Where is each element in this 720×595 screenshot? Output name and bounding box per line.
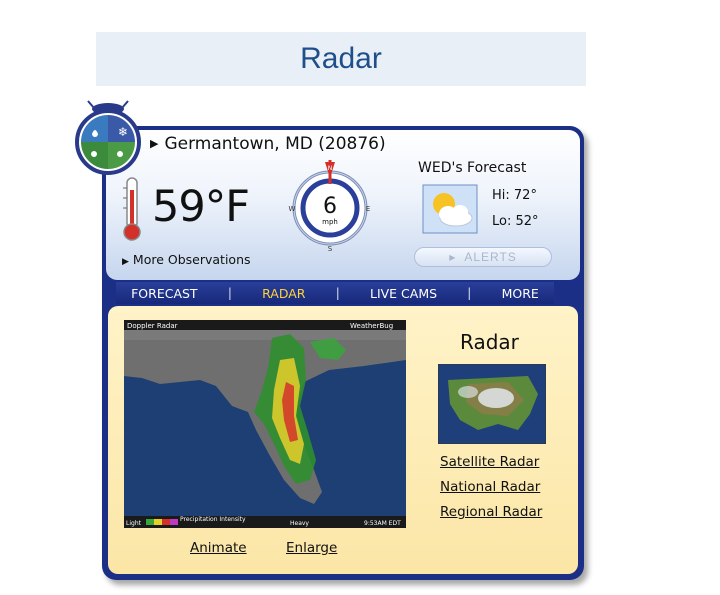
doppler-radar-map[interactable]: Doppler Radar WeatherBug Light Precipita… [124,320,406,528]
forecast-title: WED's Forecast [418,160,527,176]
wind-speed: 6 [323,194,337,219]
radar-timestamp: 9:53AM EDT [364,520,401,527]
alerts-button[interactable]: ▶ ALERTS [414,247,552,267]
radar-legend-light: Light [126,520,142,527]
nav-bar: FORECAST | RADAR | LIVE CAMS | MORE [116,282,554,304]
wind-compass: 6 mph W E S N [289,160,370,253]
thermometer-icon [123,177,141,241]
page-title-banner: Radar [96,32,586,86]
radar-section-title: Radar [460,330,519,354]
enlarge-link[interactable]: Enlarge [286,540,337,556]
tab-forecast[interactable]: FORECAST [131,286,197,301]
tab-radar[interactable]: RADAR [262,286,305,301]
forecast-high: Hi: 72° [492,188,537,203]
wind-dir-e: E [366,205,370,213]
satellite-radar-link[interactable]: Satellite Radar [440,454,539,470]
right-arrow-icon: ▶ [150,137,159,150]
wind-dir-s: S [328,245,333,253]
regional-radar-link[interactable]: Regional Radar [440,504,542,520]
radar-legend-title: Precipitation Intensity [180,516,246,523]
tab-live-cams[interactable]: LIVE CAMS [370,286,437,301]
current-temperature: 59°F [152,182,250,232]
forecast-low: Lo: 52° [492,214,539,229]
radar-legend-heavy: Heavy [290,520,309,527]
right-arrow-icon: ▶ [449,252,457,262]
page-title: Radar [300,42,382,75]
nav-separator: | [227,286,232,300]
weatherbug-logo-icon: ❄ [75,100,141,175]
more-observations-link[interactable]: ▶ More Observations [122,252,251,267]
animate-link[interactable]: Animate [190,540,247,556]
tab-more[interactable]: MORE [502,286,539,301]
nav-separator: | [467,286,472,300]
svg-text:❄: ❄ [118,125,128,139]
satellite-thumbnail[interactable] [438,364,546,444]
radar-map-header: Doppler Radar [127,322,178,330]
partly-sunny-icon[interactable] [422,184,478,234]
national-radar-link[interactable]: National Radar [440,479,540,495]
right-arrow-icon: ▶ [122,257,129,267]
wind-dir-w: W [289,205,296,213]
radar-map-brand: WeatherBug [350,322,393,330]
wind-unit: mph [322,218,338,226]
nav-separator: | [335,286,340,300]
wind-dir-n: N [328,165,333,172]
location-name: Germantown, MD (20876) [164,134,386,154]
location-link[interactable]: ▶ Germantown, MD (20876) [150,134,386,154]
